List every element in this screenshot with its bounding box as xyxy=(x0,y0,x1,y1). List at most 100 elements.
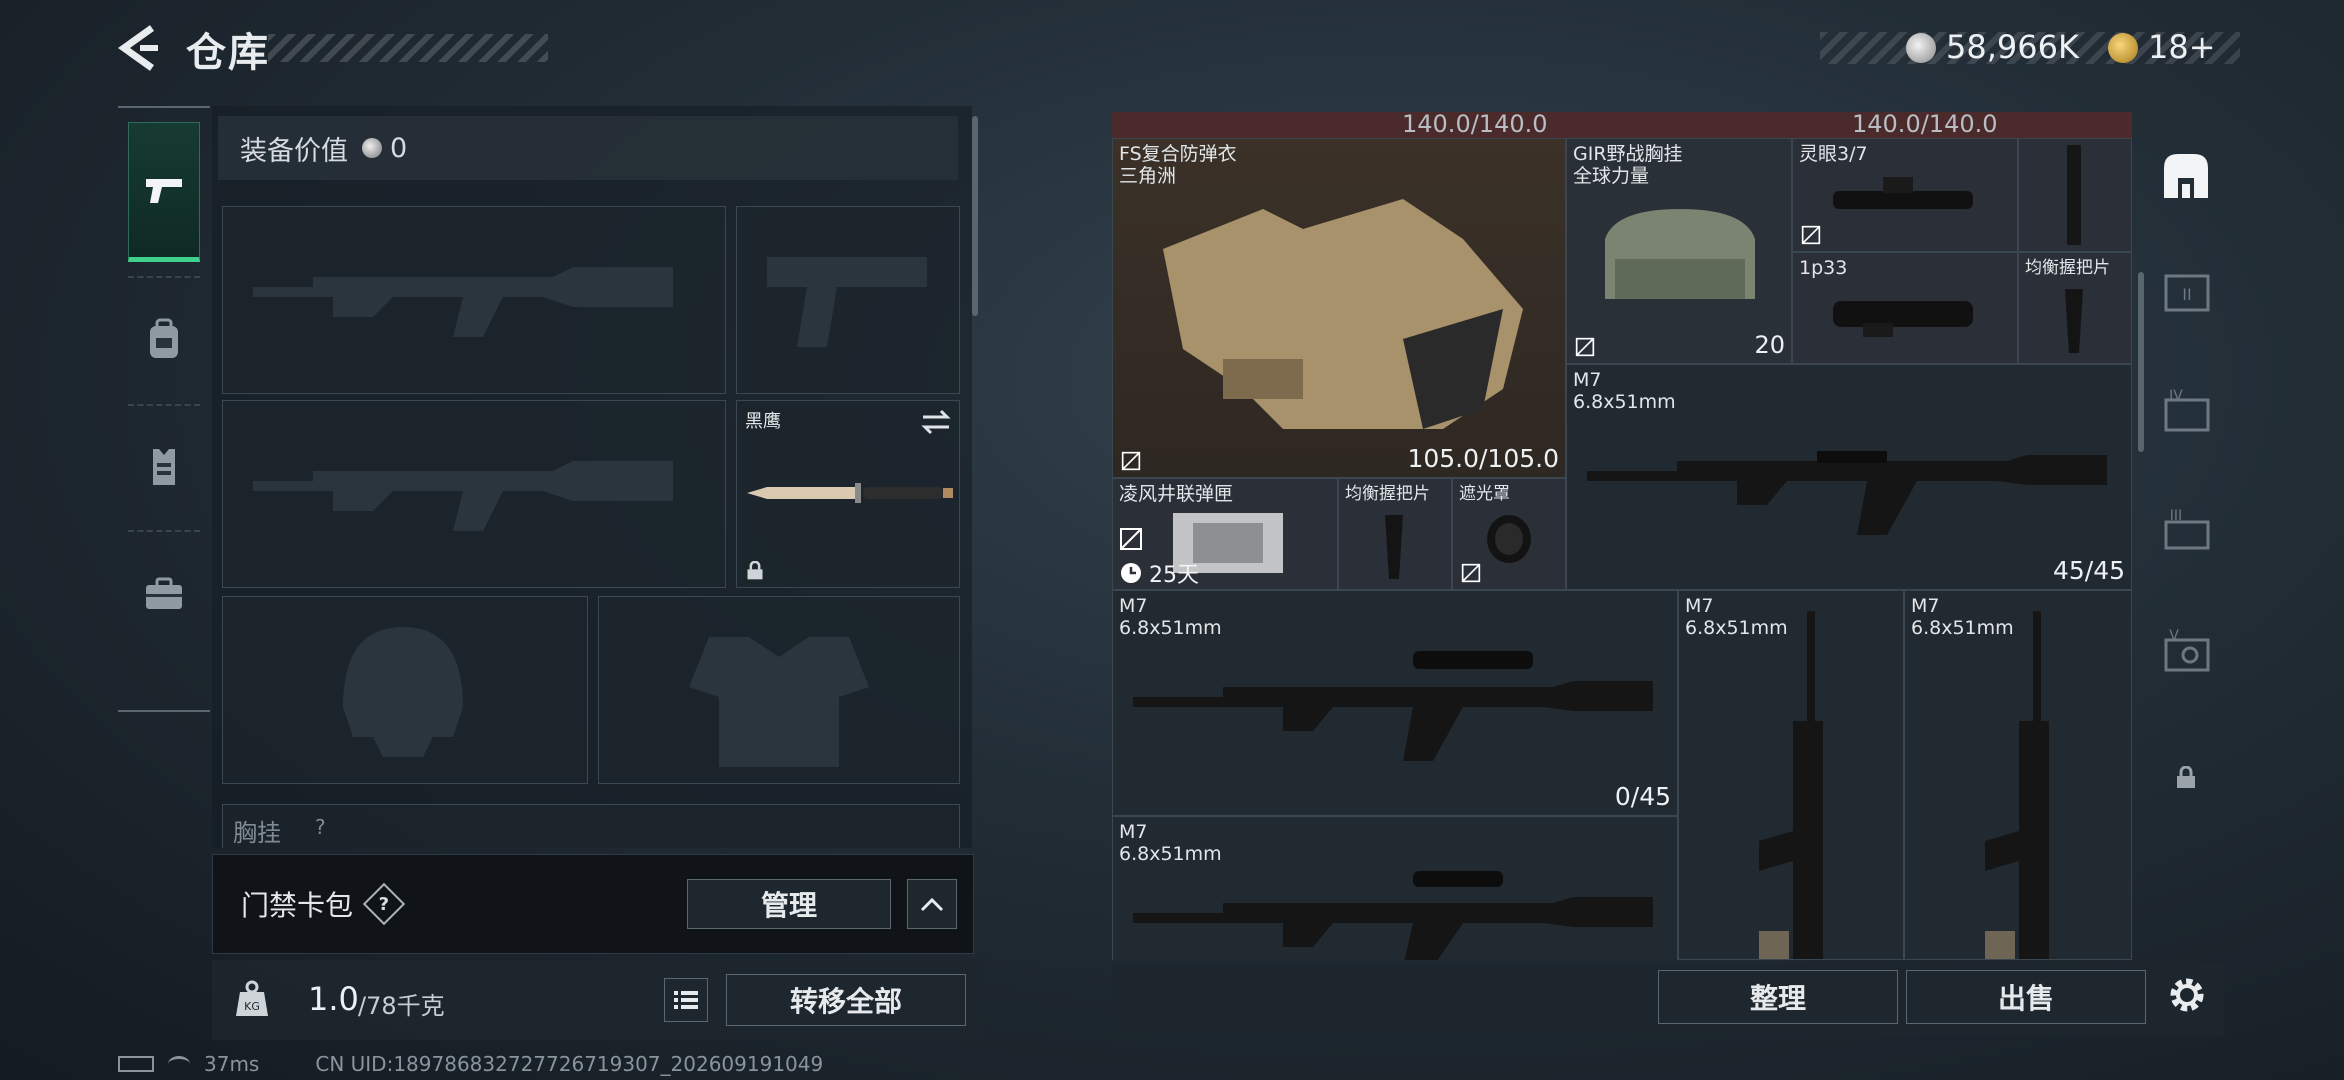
chevron-up-icon xyxy=(920,897,944,912)
pistol-icon xyxy=(146,179,182,203)
loadout-area: 装备价值 0 黑鹰 胸挂 ? xyxy=(212,106,972,848)
m7-rifle-item-1[interactable]: M7 6.8x51mm 45/45 xyxy=(1566,364,2132,590)
settings-button[interactable] xyxy=(2164,972,2210,1018)
equipment-value: 0 xyxy=(390,132,408,164)
shade-name: 遮光罩 xyxy=(1459,484,1510,504)
chest-rig-slot[interactable]: 胸挂 ? xyxy=(222,804,960,848)
primary-weapon-slot-1[interactable] xyxy=(222,206,726,394)
no-insure-icon xyxy=(1801,225,1821,245)
tab-vest[interactable] xyxy=(128,420,200,512)
vest2-timer: 25天 xyxy=(1149,563,1199,588)
svg-text:II: II xyxy=(2182,285,2191,304)
scope-item-1[interactable]: 灵眼3/7 xyxy=(1792,138,2018,252)
armor-durability: 105.0/105.0 xyxy=(1407,444,1559,473)
helmet-slot[interactable] xyxy=(222,596,588,784)
helmet-silhouette-icon xyxy=(343,627,463,757)
armor-icon xyxy=(1163,199,1523,429)
tab-stash-4[interactable]: IV xyxy=(2162,388,2212,438)
tab-locked[interactable] xyxy=(2174,765,2198,790)
help-icon[interactable]: ? xyxy=(362,882,406,926)
rifle-icon xyxy=(1133,651,1653,761)
top-strip-left: 140.0/140.0 xyxy=(1402,112,1548,138)
stash-scrollbar[interactable] xyxy=(2138,272,2144,452)
m7b-name: M7 xyxy=(1119,595,1148,617)
lens-shade-item[interactable]: 遮光罩 xyxy=(1452,478,1566,590)
melee-slot[interactable]: 黑鹰 xyxy=(736,400,960,588)
vest-icon xyxy=(153,449,175,485)
scope-icon xyxy=(1833,177,1973,209)
stash-grid: 140.0/140.0 140.0/140.0 FS复合防弹衣 三角洲 105.0… xyxy=(1112,112,2132,960)
no-insure-icon xyxy=(1461,563,1481,583)
m7a-ammo: 45/45 xyxy=(2052,556,2125,585)
backpack-icon xyxy=(150,318,178,358)
tab-stash-main[interactable] xyxy=(2158,148,2214,204)
equipment-tabs xyxy=(118,106,210,712)
stash-main-icon xyxy=(2164,154,2208,198)
gold-currency-value[interactable]: 18+ xyxy=(2148,28,2216,66)
armor-item[interactable]: FS复合防弹衣 三角洲 105.0/105.0 xyxy=(1112,138,1566,478)
svg-text:KG: KG xyxy=(244,1000,260,1013)
silver-currency-value: 58,966K xyxy=(1946,28,2079,66)
rig-count: 20 xyxy=(1754,331,1785,359)
card-bag-label: 门禁卡包 xyxy=(241,889,354,922)
no-insure-icon xyxy=(1575,337,1595,357)
tab-stash-2[interactable]: II xyxy=(2162,268,2212,318)
tab-weapons[interactable] xyxy=(128,122,200,262)
gear-icon xyxy=(2170,978,2204,1012)
lens-shade-icon xyxy=(1487,515,1531,563)
svg-text:V: V xyxy=(2169,628,2179,644)
battery-icon xyxy=(118,1056,154,1072)
grip-item-1[interactable]: 均衡握把片 xyxy=(2018,252,2132,364)
m7d-name: M7 xyxy=(1911,595,1940,617)
expand-button[interactable] xyxy=(907,879,957,929)
rifle-silhouette-icon xyxy=(253,267,673,337)
top-strip-right: 140.0/140.0 xyxy=(1852,112,1998,138)
stash-page-icon: IV xyxy=(2164,388,2210,432)
swap-icon[interactable] xyxy=(921,409,951,435)
m7-rifle-item-2[interactable]: M7 6.8x51mm 0/45 xyxy=(1112,590,1678,816)
m7-rifle-item-4[interactable]: M7 6.8x51mm xyxy=(1904,590,2132,960)
sort-button[interactable]: 整理 xyxy=(1658,970,1898,1024)
m7a-name: M7 xyxy=(1573,369,1602,391)
silver-coin-icon xyxy=(362,138,382,158)
armor-slot[interactable] xyxy=(598,596,960,784)
weight-icon: KG xyxy=(236,980,268,1016)
manage-button[interactable]: 管理 xyxy=(687,879,891,929)
stash-page-icon: II xyxy=(2164,274,2210,312)
scope-item-2[interactable]: 1p33 xyxy=(1792,252,2018,364)
rail-icon xyxy=(2067,145,2081,245)
m7-rifle-item-3[interactable]: M7 6.8x51mm xyxy=(1678,590,1904,960)
clock-icon xyxy=(1121,563,1141,583)
m7-rifle-item-5[interactable]: M7 6.8x51mm xyxy=(1112,816,1678,960)
list-view-button[interactable] xyxy=(664,978,708,1022)
silver-coin-icon xyxy=(1906,33,1936,63)
rail-part-item[interactable] xyxy=(2018,138,2132,252)
ping-text: 37ms xyxy=(204,1052,260,1076)
m7c-name: M7 xyxy=(1685,595,1714,617)
transfer-all-button[interactable]: 转移全部 xyxy=(726,974,966,1026)
tab-stash-3[interactable]: III xyxy=(2162,508,2212,558)
primary-weapon-slot-2[interactable] xyxy=(222,400,726,588)
uid-text: CN UID:18978683272772671930​7_2026091910… xyxy=(315,1052,824,1076)
rig-item-brand: 全球力量 xyxy=(1573,165,1650,187)
tab-briefcase[interactable] xyxy=(128,548,200,640)
svg-text:III: III xyxy=(2170,508,2182,524)
back-arrow-icon[interactable] xyxy=(118,24,160,72)
scope1-name: 灵眼3/7 xyxy=(1799,143,1868,165)
svg-text:IV: IV xyxy=(2169,388,2183,404)
pistol-slot[interactable] xyxy=(736,206,960,394)
tab-stash-5[interactable]: V xyxy=(2162,628,2212,678)
top-strip: 140.0/140.0 140.0/140.0 xyxy=(1112,112,2132,140)
grip-item-2[interactable]: 均衡握把片 xyxy=(1338,478,1452,590)
chest-rig-icon xyxy=(1605,209,1755,299)
sell-button[interactable]: 出售 xyxy=(1906,970,2146,1024)
chest-rig-item[interactable]: GIR野战胸挂 全球力量 20 xyxy=(1566,138,1792,364)
equipment-scrollbar[interactable] xyxy=(972,116,978,316)
scope2-name: 1p33 xyxy=(1799,257,1848,279)
knife-name: 黑鹰 xyxy=(745,411,781,432)
vest2-name: 凌风井联弹匣 xyxy=(1119,483,1234,505)
equipment-panel: 装备价值 0 黑鹰 胸挂 ? 门禁卡包 ? 管理 KG 1.0 /78千克 转移… xyxy=(212,106,982,1040)
title-decoration xyxy=(268,34,548,62)
tab-backpack[interactable] xyxy=(128,294,200,386)
vest-item-2[interactable]: 凌风井联弹匣 25天 xyxy=(1112,478,1338,590)
